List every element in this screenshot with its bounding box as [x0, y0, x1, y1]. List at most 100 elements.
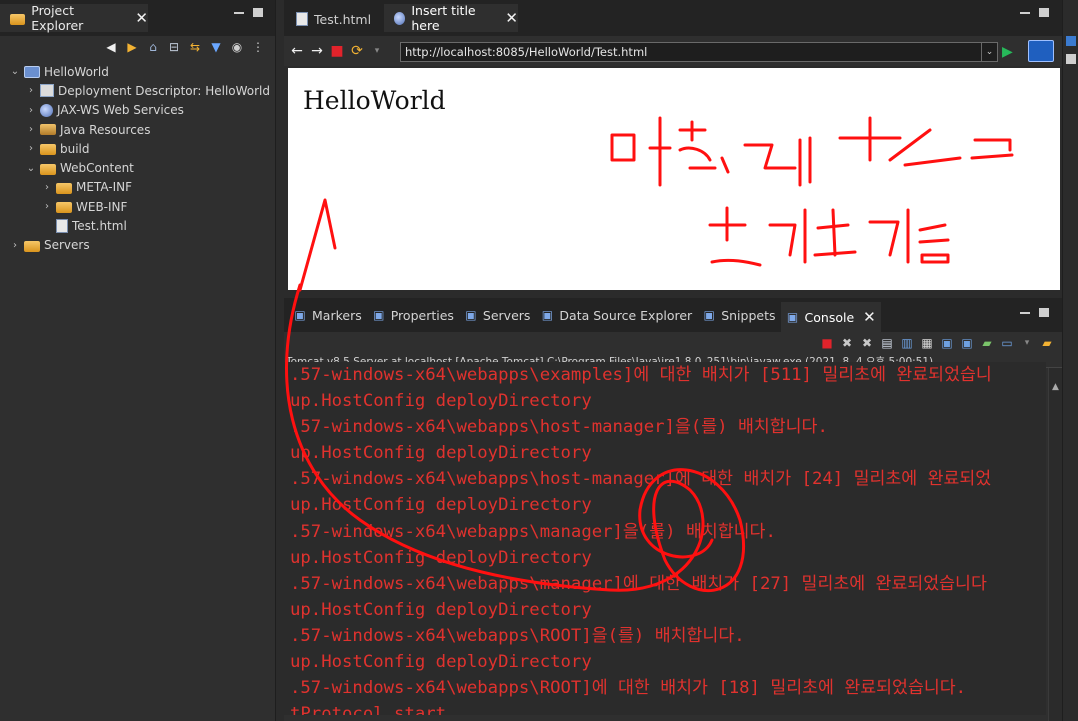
- view-menu-icon[interactable]: ⋮: [251, 40, 265, 54]
- tab-label: Project Explorer: [31, 3, 84, 33]
- back-icon[interactable]: ←: [290, 43, 304, 59]
- tab-insert-title-here[interactable]: Insert title here ✕: [384, 3, 518, 33]
- close-icon[interactable]: ✕: [863, 308, 876, 326]
- tree-item[interactable]: ⌄ WebContent: [0, 158, 275, 177]
- tree-item[interactable]: › build: [0, 139, 275, 158]
- close-icon[interactable]: ✕: [505, 9, 518, 27]
- open-console-icon[interactable]: ▰: [1040, 336, 1054, 350]
- forward-icon[interactable]: →: [310, 43, 324, 59]
- tab-label: Snippets: [721, 307, 776, 323]
- tab-data-source-explorer[interactable]: ▣ Data Source Explorer: [535, 302, 697, 328]
- console-line: .57-windows-x64\webapps\ROOT]에 대한 배치가 [1…: [290, 678, 967, 699]
- forward-arrow-icon[interactable]: ▶: [125, 40, 139, 54]
- maximize-icon[interactable]: [1039, 308, 1049, 317]
- chevron-right-icon[interactable]: ›: [26, 85, 36, 96]
- properties-icon: ▣: [373, 308, 385, 322]
- focus-icon[interactable]: ◉: [230, 40, 244, 54]
- outline-icon[interactable]: [1066, 54, 1076, 64]
- chevron-right-icon[interactable]: ›: [26, 124, 36, 135]
- tree-item[interactable]: › WEB-INF: [0, 197, 275, 216]
- link-with-editor-icon[interactable]: ⇆: [188, 40, 202, 54]
- chevron-down-icon[interactable]: ⌄: [26, 163, 36, 174]
- html-file-icon: [56, 219, 68, 234]
- external-browser-icon[interactable]: [1028, 40, 1054, 62]
- show-stdout-icon[interactable]: ▣: [940, 336, 954, 350]
- tree-item[interactable]: › Deployment Descriptor: HelloWorld: [0, 81, 275, 100]
- browser-editor: Test.html Insert title here ✕ ← → ■ ⟳ ▾ …: [284, 0, 1062, 296]
- chevron-right-icon[interactable]: ›: [26, 105, 36, 116]
- tree-item-label: build: [60, 141, 90, 156]
- tree-item[interactable]: › META-INF: [0, 178, 275, 197]
- chevron-right-icon[interactable]: ›: [26, 143, 36, 154]
- console-scrollbar[interactable]: ▲: [1048, 368, 1062, 721]
- display-console-icon[interactable]: ▭: [1000, 336, 1014, 350]
- close-icon[interactable]: ✕: [135, 9, 148, 27]
- editor-tabbar: Test.html Insert title here ✕: [284, 0, 1062, 36]
- maximize-icon[interactable]: [253, 8, 263, 17]
- dropdown-icon[interactable]: ▾: [1020, 336, 1034, 350]
- collapse-all-icon[interactable]: ⊟: [167, 40, 181, 54]
- scroll-lock-icon[interactable]: ▥: [900, 336, 914, 350]
- refresh-icon[interactable]: ⟳: [350, 43, 364, 59]
- tree-item-label: WebContent: [60, 161, 134, 176]
- remove-launch-icon[interactable]: ✖: [840, 336, 854, 350]
- remove-all-icon[interactable]: ✖: [860, 336, 874, 350]
- clear-console-icon[interactable]: ▤: [880, 336, 894, 350]
- project-icon: [24, 65, 40, 78]
- tree-item-label: JAX-WS Web Services: [57, 103, 184, 118]
- url-text: http://localhost:8085/HelloWorld/Test.ht…: [405, 45, 648, 59]
- refresh-dropdown-icon[interactable]: ▾: [370, 46, 384, 56]
- tree-item[interactable]: › Servers: [0, 236, 275, 255]
- tab-label: Servers: [482, 307, 531, 323]
- tree-item-label: WEB-INF: [76, 199, 128, 214]
- tab-label: Insert title here: [411, 3, 476, 33]
- folder-icon: [56, 202, 72, 214]
- chevron-right-icon[interactable]: ›: [42, 182, 52, 193]
- pin-console-icon[interactable]: ▰: [980, 336, 994, 350]
- tab-servers[interactable]: ▣ Servers: [459, 302, 536, 328]
- tree-item[interactable]: Test.html: [0, 216, 275, 235]
- tab-console[interactable]: ▣ Console ✕: [780, 302, 881, 332]
- terminate-icon[interactable]: ■: [820, 336, 834, 350]
- console-toolbar: ■ ✖ ✖ ▤ ▥ ▦ ▣ ▣ ▰ ▭ ▾ ▰: [284, 332, 1062, 354]
- java-resources-icon: [40, 124, 56, 136]
- globe-icon: [394, 11, 406, 25]
- tab-snippets[interactable]: ▣ Snippets: [697, 302, 780, 328]
- tab-properties[interactable]: ▣ Properties: [367, 302, 459, 328]
- filter-icon[interactable]: ▼: [209, 40, 223, 54]
- tree-item[interactable]: ⌄ HelloWorld: [0, 62, 275, 81]
- window-controls: [1020, 308, 1049, 317]
- show-stderr-icon[interactable]: ▣: [960, 336, 974, 350]
- console-line: .57-windows-x64\webapps\host-manager]에 대…: [290, 469, 992, 490]
- tab-label: Data Source Explorer: [559, 307, 693, 323]
- chevron-right-icon[interactable]: ›: [10, 240, 20, 251]
- console-line: .57-windows-x64\webapps\host-manager]을(를…: [290, 417, 828, 438]
- browser-viewport: HelloWorld: [288, 68, 1060, 290]
- perspective-icon[interactable]: [1066, 36, 1076, 46]
- data-source-icon: ▣: [541, 308, 554, 322]
- tab-project-explorer[interactable]: Project Explorer ✕: [0, 3, 148, 33]
- back-arrow-icon[interactable]: ◀: [104, 40, 118, 54]
- minimize-icon[interactable]: [234, 11, 244, 14]
- console-output[interactable]: .57-windows-x64\webapps\examples]에 대한 배치…: [284, 362, 1046, 715]
- tab-test-html[interactable]: Test.html: [288, 6, 379, 32]
- url-input[interactable]: http://localhost:8085/HelloWorld/Test.ht…: [400, 42, 998, 62]
- scroll-up-icon[interactable]: ▲: [1049, 382, 1062, 392]
- chevron-down-icon[interactable]: ⌄: [10, 66, 20, 77]
- minimize-icon[interactable]: [1020, 311, 1030, 314]
- page-heading: HelloWorld: [303, 86, 446, 115]
- console-line: .57-windows-x64\webapps\manager]을(를) 배치합…: [290, 521, 776, 542]
- minimize-icon[interactable]: [1020, 11, 1030, 14]
- tree-item[interactable]: › JAX-WS Web Services: [0, 101, 275, 120]
- stop-icon[interactable]: ■: [330, 43, 344, 59]
- tab-markers[interactable]: ▣ Markers: [288, 302, 367, 328]
- home-icon[interactable]: ⌂: [146, 40, 160, 54]
- maximize-icon[interactable]: [1039, 8, 1049, 17]
- url-dropdown-icon[interactable]: ⌄: [981, 43, 997, 61]
- chevron-right-icon[interactable]: ›: [42, 201, 52, 212]
- go-icon[interactable]: ▶: [1002, 44, 1013, 60]
- console-line: .57-windows-x64\webapps\ROOT]을(를) 배치합니다.: [290, 625, 745, 646]
- deployment-descriptor-icon: [40, 84, 54, 98]
- word-wrap-icon[interactable]: ▦: [920, 336, 934, 350]
- tree-item[interactable]: › Java Resources: [0, 120, 275, 139]
